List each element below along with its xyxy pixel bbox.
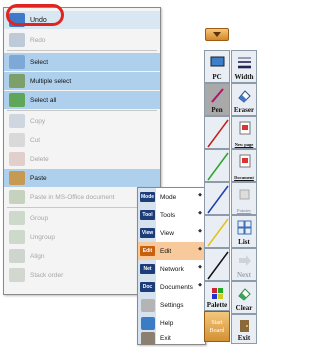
edit-icon: Edit (140, 246, 155, 256)
pen-stroke-blue-icon (207, 185, 229, 214)
toolbar-list-button[interactable]: List (231, 215, 257, 248)
submenu-arrow-icon: ◆ (198, 192, 202, 198)
start-item-network[interactable]: Net Network ◆ (138, 260, 205, 278)
toolbar-new-page-button[interactable]: New page (231, 116, 257, 149)
pen-stroke-yellow-icon (207, 218, 229, 247)
stack-order-icon (9, 268, 25, 282)
start-item-tools[interactable]: Tool Tools ◆ (138, 206, 205, 224)
eraser-icon (238, 90, 251, 103)
toolbar-pen-button[interactable]: Pen (204, 83, 230, 116)
pen-stroke-black-icon (207, 251, 229, 280)
pen-stroke-red-icon (207, 119, 229, 148)
toolbar-pen-green[interactable] (204, 149, 230, 182)
menu-item-redo[interactable]: Redo (4, 31, 160, 49)
start-item-view[interactable]: View View ◆ (138, 224, 205, 242)
toolbar-collapse-button[interactable] (205, 28, 229, 41)
clear-eraser-icon (238, 288, 251, 301)
multiple-select-icon (9, 74, 25, 88)
settings-icon (141, 298, 155, 312)
menu-item-select-all[interactable]: Select all (4, 91, 160, 109)
toolbar-next-button[interactable]: Next (231, 248, 257, 281)
submenu-arrow-icon: ◆ (198, 210, 202, 216)
toolbar-exit-button[interactable]: Exit (231, 314, 257, 344)
board-toolbar: PC Pen Palette Width Eraser New page Doc… (204, 50, 260, 344)
start-item-documents[interactable]: Doc Documents ◆ (138, 278, 205, 296)
documents-icon: Doc (140, 282, 155, 292)
menu-item-cut[interactable]: Cut (4, 131, 160, 149)
group-icon (9, 211, 25, 225)
start-item-settings[interactable]: Settings (138, 296, 205, 314)
menu-separator (7, 50, 157, 51)
select-all-icon (9, 93, 25, 107)
copy-icon (9, 114, 25, 128)
view-icon: View (140, 228, 155, 238)
redo-icon (9, 33, 25, 47)
submenu-arrow-icon: ◆ (198, 264, 202, 270)
menu-item-paste[interactable]: Paste (4, 169, 160, 187)
align-icon (9, 249, 25, 263)
start-item-edit[interactable]: Edit Edit ◆ (138, 242, 205, 260)
submenu-arrow-icon: ◆ (198, 246, 202, 252)
menu-item-delete[interactable]: Delete (4, 150, 160, 168)
toolbar-pointer-button[interactable]: Pointer (231, 182, 257, 215)
toolbar-document-button[interactable]: Document (231, 149, 257, 182)
menu-separator (7, 207, 157, 208)
list-grid-icon (237, 220, 252, 235)
network-icon: Net (140, 264, 155, 274)
toolbar-palette-button[interactable]: Palette (204, 281, 230, 311)
pc-monitor-icon (210, 56, 225, 67)
toolbar-clear-button[interactable]: Clear (231, 281, 257, 314)
toolbar-pen-yellow[interactable] (204, 215, 230, 248)
menu-item-copy[interactable]: Copy (4, 112, 160, 130)
submenu-arrow-icon: ◆ (198, 282, 202, 288)
pointer-hand-icon (239, 189, 250, 200)
delete-icon (9, 152, 25, 166)
start-menu: Mode Mode ◆ Tool Tools ◆ View View ◆ Edi… (137, 187, 206, 345)
document-icon (239, 154, 251, 168)
toolbar-pen-red[interactable] (204, 116, 230, 149)
toolbar-pc-button[interactable]: PC (204, 50, 230, 83)
start-item-mode[interactable]: Mode Mode ◆ (138, 188, 205, 206)
menu-item-multiple-select[interactable]: Multiple select (4, 72, 160, 90)
undo-highlight-ring (6, 4, 64, 26)
ungroup-icon (9, 230, 25, 244)
new-page-icon (239, 121, 251, 135)
next-arrow-icon (239, 255, 251, 266)
exit-door-icon (141, 331, 155, 345)
clipboard-paste-icon (9, 171, 25, 185)
pen-icon (211, 88, 224, 103)
exit-door-icon (240, 320, 249, 332)
help-icon (141, 316, 155, 330)
start-board-button[interactable]: Start Board (204, 311, 230, 342)
menu-separator (7, 110, 157, 111)
palette-grid-icon (212, 288, 223, 299)
width-lines-icon (238, 57, 251, 69)
menu-item-select[interactable]: Select (4, 53, 160, 71)
pen-stroke-green-icon (207, 152, 229, 181)
tools-icon: Tool (140, 210, 155, 220)
toolbar-width-button[interactable]: Width (231, 50, 257, 83)
submenu-arrow-icon: ◆ (198, 228, 202, 234)
collapse-arrow-icon (213, 32, 221, 37)
paste-office-icon (9, 190, 25, 204)
toolbar-eraser-button[interactable]: Eraser (231, 83, 257, 116)
toolbar-pen-black[interactable] (204, 248, 230, 281)
start-item-exit[interactable]: Exit (138, 329, 205, 347)
scissors-icon (9, 133, 25, 147)
toolbar-pen-blue[interactable] (204, 182, 230, 215)
arrow-select-icon (9, 55, 25, 69)
mode-icon: Mode (140, 192, 155, 202)
